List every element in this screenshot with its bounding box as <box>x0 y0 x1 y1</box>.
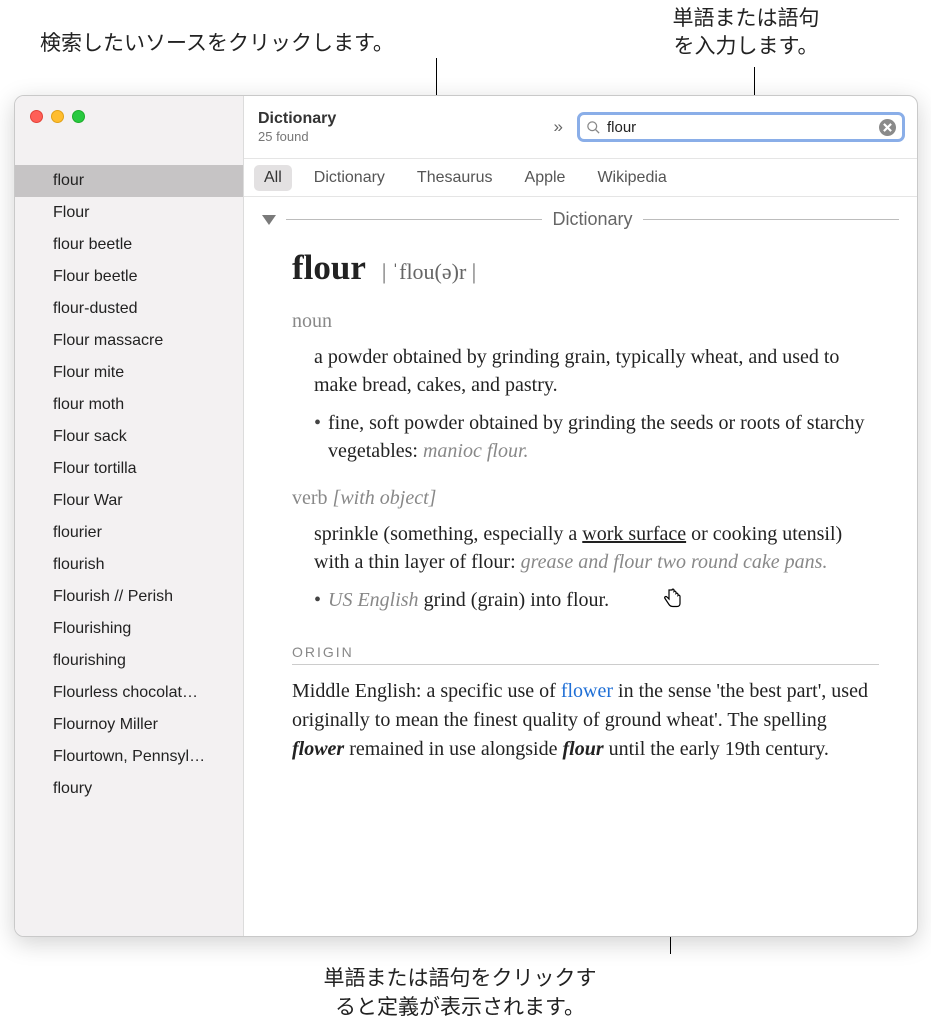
definition-verb: sprinkle (something, especially a work s… <box>314 520 879 614</box>
sidebar-item[interactable]: Flourless chocolat… <box>15 677 243 709</box>
sidebar-item[interactable]: flour-dusted <box>15 293 243 325</box>
inline-link-work-surface[interactable]: work surface <box>582 523 686 545</box>
title-block: Dictionary 25 found <box>258 110 540 144</box>
source-tab-wikipedia[interactable]: Wikipedia <box>587 165 676 191</box>
zoom-button[interactable] <box>72 110 85 123</box>
sidebar-item[interactable]: Flourtown, Pennsyl… <box>15 741 243 773</box>
source-tab-dictionary[interactable]: Dictionary <box>304 165 395 191</box>
sidebar-item[interactable]: flourish <box>15 549 243 581</box>
search-icon <box>586 120 601 135</box>
sidebar-item[interactable]: Flour sack <box>15 421 243 453</box>
definition-noun: a powder obtained by grinding grain, typ… <box>314 343 879 465</box>
sidebar-item[interactable]: floury <box>15 773 243 805</box>
close-icon <box>883 123 892 132</box>
dictionary-window: flourFlourflour beetleFlour beetleflour-… <box>14 95 918 937</box>
sidebar-item[interactable]: Flourishing <box>15 613 243 645</box>
main-pane: Dictionary 25 found » All Dictionary Thesa… <box>244 96 917 936</box>
sidebar-item[interactable]: Flour mite <box>15 357 243 389</box>
close-button[interactable] <box>30 110 43 123</box>
section-title: Dictionary <box>552 209 632 230</box>
sidebar-item[interactable]: Flournoy Miller <box>15 709 243 741</box>
callout-search: 単語または語句 を入力します。 <box>631 5 861 62</box>
more-sources-icon[interactable]: » <box>550 117 567 137</box>
minimize-button[interactable] <box>51 110 64 123</box>
source-tab-apple[interactable]: Apple <box>515 165 576 191</box>
toolbar: Dictionary 25 found » <box>244 96 917 159</box>
pronunciation: | ˈflou(ə)r | <box>382 259 476 284</box>
window-controls <box>15 96 243 133</box>
disclosure-triangle-icon[interactable] <box>262 215 276 225</box>
search-input[interactable] <box>607 119 873 136</box>
window-title: Dictionary <box>258 110 540 128</box>
sidebar-item[interactable]: flour beetle <box>15 229 243 261</box>
search-field[interactable] <box>577 112 905 142</box>
sidebar-item[interactable]: flourier <box>15 517 243 549</box>
source-tab-thesaurus[interactable]: Thesaurus <box>407 165 503 191</box>
sidebar-item[interactable]: Flour War <box>15 485 243 517</box>
origin-heading: ORIGIN <box>292 644 879 665</box>
sidebar-item[interactable]: Flour beetle <box>15 261 243 293</box>
callout-click-word: 単語または語句をクリックす ると定義が表示されます。 <box>290 965 630 1022</box>
inline-link-flower[interactable]: flower <box>561 680 613 702</box>
sidebar-item[interactable]: Flour <box>15 197 243 229</box>
origin-text: Middle English: a specific use of flower… <box>292 677 879 764</box>
source-tabs: All Dictionary Thesaurus Apple Wikipedia <box>244 159 917 197</box>
sub-definition: fine, soft powder obtained by grinding t… <box>314 409 879 465</box>
sidebar-item[interactable]: Flour massacre <box>15 325 243 357</box>
source-tab-all[interactable]: All <box>254 165 292 191</box>
sidebar-item[interactable]: Flour tortilla <box>15 453 243 485</box>
section-header[interactable]: Dictionary <box>244 197 917 230</box>
results-count: 25 found <box>258 129 540 144</box>
clear-search-button[interactable] <box>879 119 896 136</box>
callout-source: 検索したいソースをクリックします。 <box>40 30 394 58</box>
sidebar-item[interactable]: flour moth <box>15 389 243 421</box>
part-of-speech-noun: noun <box>292 310 879 333</box>
sidebar: flourFlourflour beetleFlour beetleflour-… <box>15 96 244 936</box>
sub-definition: US English grind (grain) into flour. <box>314 586 879 614</box>
headword: flour <box>292 248 366 287</box>
sidebar-item[interactable]: Flourish // Perish <box>15 581 243 613</box>
sidebar-item[interactable]: flour <box>15 165 243 197</box>
sidebar-item[interactable]: flourishing <box>15 645 243 677</box>
results-list[interactable]: flourFlourflour beetleFlour beetleflour-… <box>15 133 243 936</box>
definition-content: flour | ˈflou(ə)r | noun a powder obtain… <box>244 230 917 774</box>
part-of-speech-verb: verb [with object] <box>292 487 879 510</box>
